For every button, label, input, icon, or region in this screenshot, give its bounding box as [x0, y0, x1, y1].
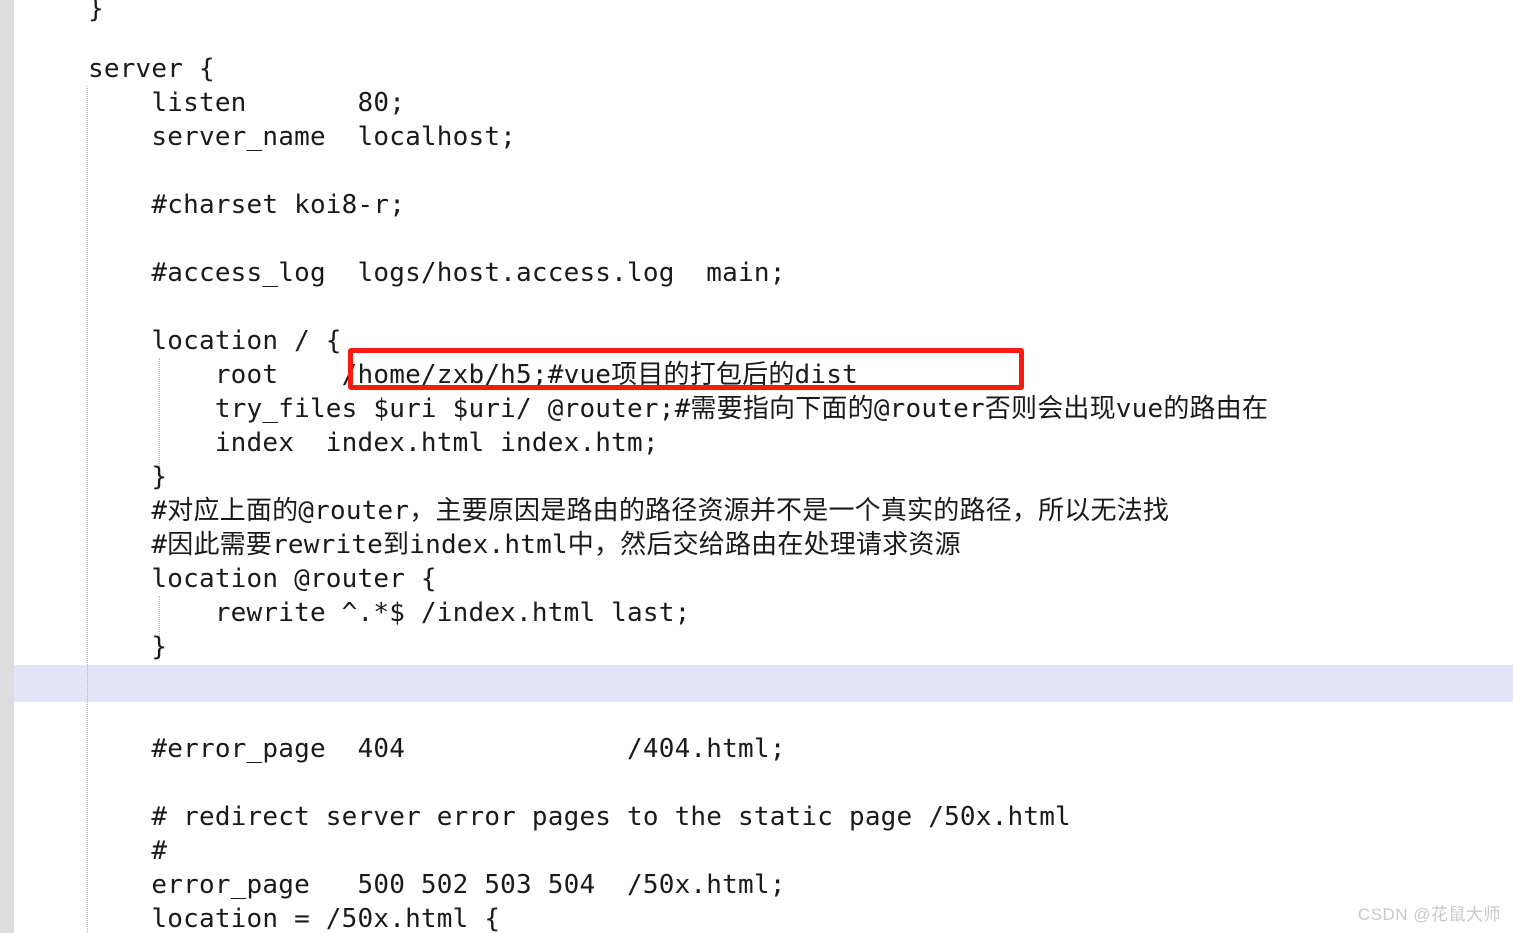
code-line[interactable]: }	[88, 460, 167, 494]
code-line[interactable]: server_name localhost;	[88, 120, 516, 154]
csdn-watermark: CSDN @花鼠大师	[1357, 905, 1501, 924]
code-line[interactable]: }	[88, 630, 167, 664]
code-editor-screenshot: } server { listen 80; server_name localho…	[0, 0, 1513, 933]
code-text-layer[interactable]: } server { listen 80; server_name localho…	[0, 0, 1513, 933]
code-line[interactable]: #对应上面的@router，主要原因是路由的路径资源并不是一个真实的路径，所以无…	[88, 494, 1169, 528]
code-line[interactable]: # redirect server error pages to the sta…	[88, 800, 1071, 834]
code-line[interactable]: #access_log logs/host.access.log main;	[88, 256, 786, 290]
code-line[interactable]: }	[88, 0, 104, 26]
code-line[interactable]: root /home/zxb/h5;#vue项目的打包后的dist	[88, 358, 858, 392]
code-line[interactable]: error_page 500 502 503 504 /50x.html;	[88, 868, 786, 902]
code-line[interactable]: location @router {	[88, 562, 437, 596]
code-line[interactable]: try_files $uri $uri/ @router;#需要指向下面的@ro…	[88, 392, 1268, 426]
code-line[interactable]: location / {	[88, 324, 342, 358]
code-line[interactable]: server {	[88, 52, 215, 86]
code-line[interactable]: listen 80;	[88, 86, 405, 120]
code-line[interactable]: #	[88, 834, 167, 868]
code-line[interactable]: location = /50x.html {	[88, 902, 500, 933]
code-line[interactable]: #charset koi8-r;	[88, 188, 405, 222]
code-line[interactable]: index index.html index.htm;	[88, 426, 659, 460]
code-line[interactable]: rewrite ^.*$ /index.html last;	[88, 596, 690, 630]
code-line[interactable]: #error_page 404 /404.html;	[88, 732, 786, 766]
code-line[interactable]: #因此需要rewrite到index.html中，然后交给路由在处理请求资源	[88, 528, 961, 562]
